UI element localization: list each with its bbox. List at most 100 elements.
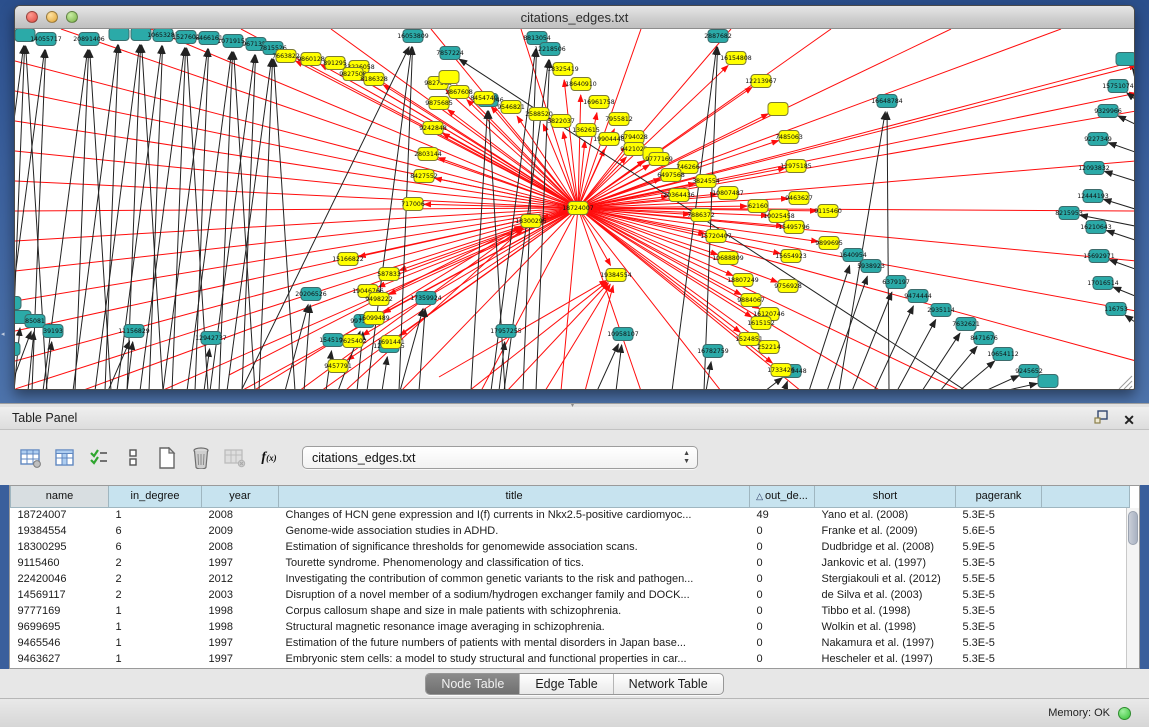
network-canvas[interactable]: 1405571720891406106532871527602646616110… (15, 29, 1134, 389)
network-node[interactable]: 10958107 (607, 328, 639, 341)
network-node[interactable]: 9242848 (419, 122, 447, 135)
network-node[interactable]: 11156829 (118, 325, 150, 338)
network-node[interactable]: 6794028 (620, 131, 648, 144)
select-columns-icon[interactable] (84, 444, 114, 472)
minimize-window-button[interactable] (46, 11, 58, 23)
network-node[interactable]: 12213967 (745, 75, 777, 88)
network-node[interactable]: 9115460 (814, 205, 842, 218)
float-panel-icon[interactable] (1094, 410, 1110, 429)
network-node[interactable] (15, 343, 20, 356)
table-row[interactable]: 1456911722003Disruption of a novel membe… (11, 587, 1130, 603)
table-row[interactable]: 946362711997Embryonic stem cells: a mode… (11, 651, 1130, 667)
table-row[interactable]: 2242004622012Investigating the contribut… (11, 571, 1130, 587)
tab-node-table[interactable]: Node Table (426, 674, 519, 694)
network-node[interactable]: 2867608 (445, 86, 473, 99)
table-row[interactable]: 911546021997Tourette syndrome. Phenomeno… (11, 555, 1130, 571)
network-node[interactable]: 15692971 (1083, 250, 1115, 263)
network-node[interactable]: 9777169 (645, 153, 673, 166)
network-node[interactable]: 15166822 (332, 253, 364, 266)
network-node[interactable]: 5822037 (547, 115, 575, 128)
network-node[interactable]: 39193 (43, 325, 63, 338)
network-node[interactable]: 16782759 (697, 345, 729, 358)
column-header-year[interactable]: year (202, 486, 279, 507)
network-node[interactable]: 16648784 (871, 95, 903, 108)
network-node[interactable]: 5938923 (857, 260, 885, 273)
network-node[interactable]: 9884067 (737, 294, 765, 307)
network-node[interactable] (768, 103, 788, 116)
network-node[interactable]: 20206526 (295, 288, 327, 301)
network-node[interactable]: 18325419 (547, 63, 579, 76)
network-node[interactable]: 1615152 (747, 317, 775, 330)
column-header-name[interactable]: name (11, 486, 109, 507)
network-node[interactable]: 9329966 (1094, 105, 1122, 118)
network-node[interactable]: 6497568 (657, 169, 685, 182)
network-node[interactable]: 10654112 (987, 348, 1019, 361)
network-node[interactable]: 2935114 (927, 304, 955, 317)
table-row[interactable]: 1938455462009Genome-wide association stu… (11, 523, 1130, 539)
network-node[interactable]: 1691441 (377, 336, 405, 349)
network-node[interactable]: 9227349 (1084, 133, 1112, 146)
network-node[interactable] (15, 297, 21, 310)
network-node[interactable]: 8427552 (410, 170, 438, 183)
network-node[interactable]: 7632621 (952, 318, 980, 331)
table-row[interactable]: 946554611997Estimation of the future num… (11, 635, 1130, 651)
network-node[interactable]: 15654923 (775, 250, 807, 263)
network-node[interactable]: 7663822 (272, 50, 300, 63)
network-node[interactable]: 10807487 (712, 187, 744, 200)
network-node[interactable]: 9463627 (785, 192, 813, 205)
network-node[interactable]: 9457791 (324, 360, 352, 373)
network-node[interactable]: 9546821 (497, 101, 525, 114)
network-node[interactable]: 9899695 (815, 237, 843, 250)
network-node[interactable]: 2803144 (414, 148, 442, 161)
network-node[interactable]: 8186328 (360, 73, 388, 86)
delete-table-icon[interactable] (186, 444, 216, 472)
function-builder-icon[interactable]: f(x) (254, 444, 284, 472)
network-node[interactable]: 62160 (748, 200, 768, 213)
network-node[interactable]: 8471676 (970, 332, 998, 345)
network-node[interactable]: 16053809 (397, 30, 429, 43)
network-node[interactable]: 85081 (25, 315, 45, 328)
table-row[interactable]: 1830029562008Estimation of significance … (11, 539, 1130, 555)
tab-network-table[interactable]: Network Table (613, 674, 723, 694)
network-node[interactable]: 16154808 (720, 52, 752, 65)
column-header-in_degree[interactable]: in_degree (109, 486, 202, 507)
table-settings-icon[interactable] (16, 444, 46, 472)
network-node[interactable] (439, 71, 459, 84)
network-window[interactable]: citations_edges.txt 14055717208914061065… (14, 5, 1135, 390)
column-header-out_de...[interactable]: △out_de... (750, 486, 815, 507)
network-node[interactable]: 17957255 (490, 325, 522, 338)
network-node[interactable]: 12975185 (780, 160, 812, 173)
network-node[interactable]: 16210643 (1080, 221, 1112, 234)
network-node[interactable]: 16961758 (583, 96, 615, 109)
network-node[interactable]: 7857224 (436, 47, 464, 60)
zoom-window-button[interactable] (66, 11, 78, 23)
network-node[interactable]: 8454749 (470, 92, 498, 105)
close-window-button[interactable] (26, 11, 38, 23)
network-node[interactable]: 116753 (1104, 303, 1128, 316)
table-columns-icon[interactable] (50, 444, 80, 472)
network-node[interactable]: 8215953 (1055, 207, 1083, 220)
network-node[interactable]: 17359924 (410, 292, 442, 305)
network-node[interactable]: 1362615 (572, 124, 600, 137)
network-node[interactable]: 587833 (377, 268, 401, 281)
network-node[interactable]: 10688809 (712, 252, 744, 265)
network-node[interactable]: 15751074 (1102, 80, 1134, 93)
network-node[interactable]: 7485063 (775, 131, 803, 144)
attribute-table-grid[interactable]: namein_degreeyeartitle△out_de...shortpag… (10, 486, 1130, 667)
canvas-resize-grip[interactable] (1119, 376, 1132, 389)
network-node[interactable]: 9498222 (365, 293, 393, 306)
network-node[interactable]: 7625402 (339, 335, 367, 348)
network-node[interactable]: 2887682 (704, 30, 732, 43)
table-selector-dropdown[interactable]: citations_edges.txt ▲▼ (302, 446, 698, 469)
network-node[interactable]: 1733426 (767, 364, 795, 377)
left-split-handle[interactable]: ◂ (1, 330, 5, 338)
tab-edge-table[interactable]: Edge Table (519, 674, 612, 694)
network-node[interactable]: 12444193 (1077, 190, 1109, 203)
network-node[interactable]: 18640910 (565, 78, 597, 91)
table-row[interactable]: 1872400712008Changes of HCN gene express… (11, 507, 1130, 523)
table-row[interactable]: 969969511998Structural magnetic resonanc… (11, 619, 1130, 635)
new-table-icon[interactable] (152, 444, 182, 472)
network-node[interactable] (1038, 375, 1058, 388)
column-header-pagerank[interactable]: pagerank (956, 486, 1042, 507)
network-node[interactable]: 6379197 (882, 276, 910, 289)
